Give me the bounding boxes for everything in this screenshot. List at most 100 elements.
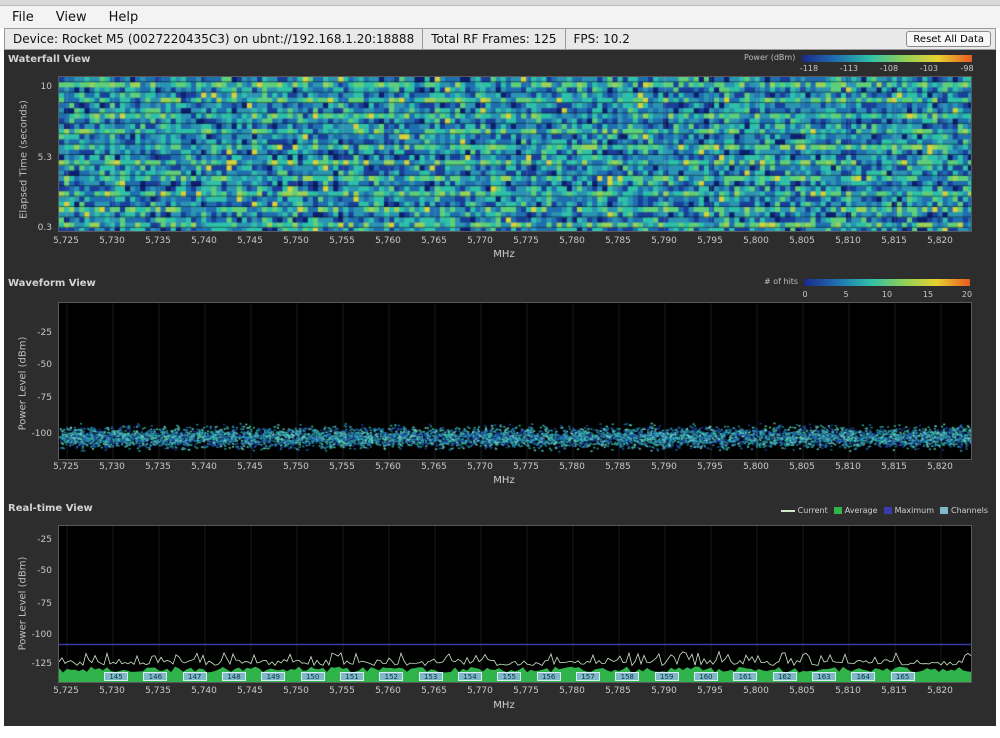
spectrum-app: Waterfall View Power (dBm) -118 -113 -10… [4,50,996,726]
x-tick: 5,780 [559,236,585,246]
x-tick: 5,745 [237,686,263,696]
x-tick: 5,800 [743,462,769,472]
x-tick: 5,755 [329,236,355,246]
legend-tick: -108 [879,64,899,73]
y-tick: -75 [37,393,52,403]
x-tick: 5,765 [421,686,447,696]
x-tick: 5,795 [697,686,723,696]
channel-markers: 145 146 147 148 149 150 151 152 153 154 155 156 157 1… [58,672,972,682]
x-tick: 5,760 [375,462,401,472]
realtime-spectrum [59,526,971,682]
channel-marker: 153 [418,672,443,681]
waveform-plot[interactable] [58,302,972,460]
x-tick: 5,780 [559,462,585,472]
legend-tick: -113 [839,64,859,73]
x-tick: 5,775 [513,462,539,472]
x-tick: 5,785 [605,236,631,246]
x-tick: 5,730 [99,236,125,246]
x-tick: 5,790 [651,686,677,696]
waterfall-x-unit: MHz [493,249,515,260]
x-tick: 5,800 [743,236,769,246]
waveform-y-label: Power Level (dBm) [17,336,29,431]
x-tick: 5,735 [145,236,171,246]
x-tick: 5,790 [651,462,677,472]
channel-marker: 164 [851,672,876,681]
x-tick: 5,740 [191,462,217,472]
x-tick: 5,785 [605,686,631,696]
realtime-legend: Current Average Maximum Channels [780,506,988,515]
y-tick: -100 [31,429,52,439]
y-tick: 10 [40,82,52,92]
waterfall-title: Waterfall View [8,54,91,65]
menu-file[interactable]: File [12,10,34,25]
channel-marker: 161 [733,672,758,681]
x-tick: 5,750 [283,462,309,472]
waveform-x-unit: MHz [493,475,515,486]
realtime-plot[interactable] [58,525,972,683]
x-tick: 5,820 [927,462,953,472]
y-tick: -50 [37,566,52,576]
legend-maximum: Maximum [883,506,934,515]
waveform-color-legend [804,279,970,286]
x-tick: 5,750 [283,236,309,246]
legend-tick: 20 [961,290,973,299]
waveform-density [59,303,971,459]
x-tick: 5,790 [651,236,677,246]
x-tick: 5,750 [283,686,309,696]
channel-marker: 145 [104,672,129,681]
channel-marker: 156 [536,672,561,681]
y-tick: -100 [31,630,52,640]
x-tick: 5,815 [881,236,907,246]
y-tick: 0.3 [37,223,52,233]
x-tick: 5,810 [835,686,861,696]
x-tick: 5,745 [237,236,263,246]
x-tick: 5,770 [467,236,493,246]
x-tick: 5,755 [329,686,355,696]
x-tick: 5,815 [881,686,907,696]
x-tick: 5,730 [99,462,125,472]
legend-tick: 0 [802,290,808,299]
y-tick: -50 [37,360,52,370]
y-tick: -125 [31,659,52,669]
legend-tick: 10 [881,290,893,299]
x-tick: 5,775 [513,686,539,696]
channel-marker: 148 [221,672,247,681]
menu-bar: File View Help [0,6,1000,28]
y-tick: -25 [37,328,52,338]
x-tick: 5,810 [835,462,861,472]
fps-readout: FPS: 10.2 [573,32,630,46]
legend-tick: 15 [922,290,934,299]
x-tick: 5,795 [697,236,723,246]
x-tick: 5,815 [881,462,907,472]
waterfall-plot[interactable] [58,76,972,232]
reset-all-data-button[interactable]: Reset All Data [906,31,991,47]
x-tick: 5,725 [53,462,79,472]
channel-marker: 154 [457,672,482,681]
waterfall-heatmap [59,77,971,231]
waterfall-x-ticks: 5,725 5,730 5,735 5,740 5,745 5,750 5,755 5,760… [53,236,972,248]
waveform-x-ticks: 5,725 5,730 5,735 5,740 5,745 5,750 5,755 5,760… [53,462,972,474]
menu-view[interactable]: View [56,10,87,25]
x-tick: 5,810 [835,236,861,246]
channel-marker: 159 [654,672,679,681]
rf-frames-count: Total RF Frames: 125 [423,29,566,49]
y-tick: -75 [37,599,52,609]
x-tick: 5,800 [743,686,769,696]
waterfall-color-legend [802,55,972,62]
x-tick: 5,730 [99,686,125,696]
x-tick: 5,820 [927,686,953,696]
x-tick: 5,760 [375,236,401,246]
realtime-x-ticks: 5,725 5,730 5,735 5,740 5,745 5,750 5,755 5,760… [53,686,972,698]
legend-tick: -98 [960,64,974,73]
x-tick: 5,805 [789,236,815,246]
x-tick: 5,740 [191,686,217,696]
menu-help[interactable]: Help [109,10,139,25]
x-tick: 5,770 [467,686,493,696]
realtime-title: Real-time View [8,503,93,514]
channel-marker: 146 [143,672,168,681]
x-tick: 5,795 [697,462,723,472]
x-tick: 5,755 [329,462,355,472]
x-tick: 5,725 [53,686,79,696]
channel-marker: 165 [890,672,915,681]
x-tick: 5,765 [421,462,447,472]
